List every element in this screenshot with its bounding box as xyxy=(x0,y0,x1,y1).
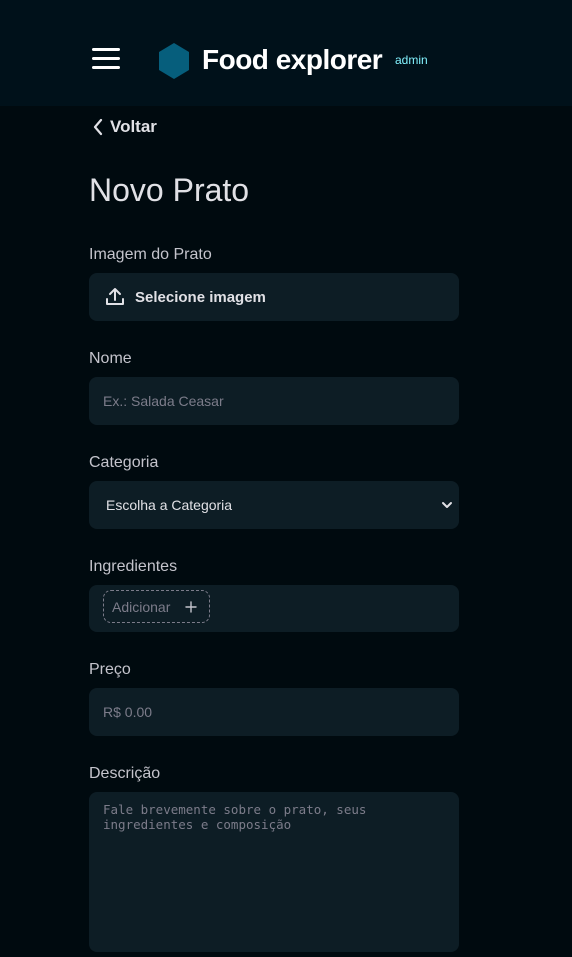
name-input[interactable] xyxy=(89,377,459,425)
back-label: Voltar xyxy=(110,117,157,136)
ingredients-field: Adicionar xyxy=(89,585,459,632)
category-selected-value: Escolha a Categoria xyxy=(106,497,233,513)
image-field-label: Imagem do Prato xyxy=(89,246,212,263)
ingredients-field-label: Ingredientes xyxy=(89,558,178,575)
hamburger-menu-icon[interactable] xyxy=(92,48,120,70)
add-ingredient-button[interactable]: Adicionar xyxy=(103,590,210,623)
hexagon-logo-icon xyxy=(159,43,189,79)
select-image-label: Selecione imagem xyxy=(135,288,266,306)
back-button[interactable]: Voltar xyxy=(92,116,157,138)
brand-name: Food explorer xyxy=(202,44,383,75)
upload-icon xyxy=(106,288,124,305)
name-field-label: Nome xyxy=(89,350,132,367)
price-input[interactable] xyxy=(89,688,459,736)
add-ingredient-label: Adicionar xyxy=(112,598,171,615)
chevron-down-icon xyxy=(442,502,452,508)
category-select[interactable]: Escolha a Categoria xyxy=(89,481,459,529)
admin-badge: admin xyxy=(395,53,428,67)
name-field xyxy=(89,377,459,425)
page-title: Novo Prato xyxy=(89,172,250,208)
price-field-label: Preço xyxy=(89,661,131,678)
select-image-button[interactable]: Selecione imagem xyxy=(89,273,459,321)
category-field-label: Categoria xyxy=(89,454,159,471)
plus-icon xyxy=(185,600,197,613)
chevron-left-icon xyxy=(93,118,103,136)
description-field-label: Descrição xyxy=(89,765,161,782)
description-field xyxy=(89,792,459,952)
price-field xyxy=(89,688,459,736)
description-textarea[interactable] xyxy=(89,792,459,952)
app-header: Food explorer admin xyxy=(0,0,572,106)
